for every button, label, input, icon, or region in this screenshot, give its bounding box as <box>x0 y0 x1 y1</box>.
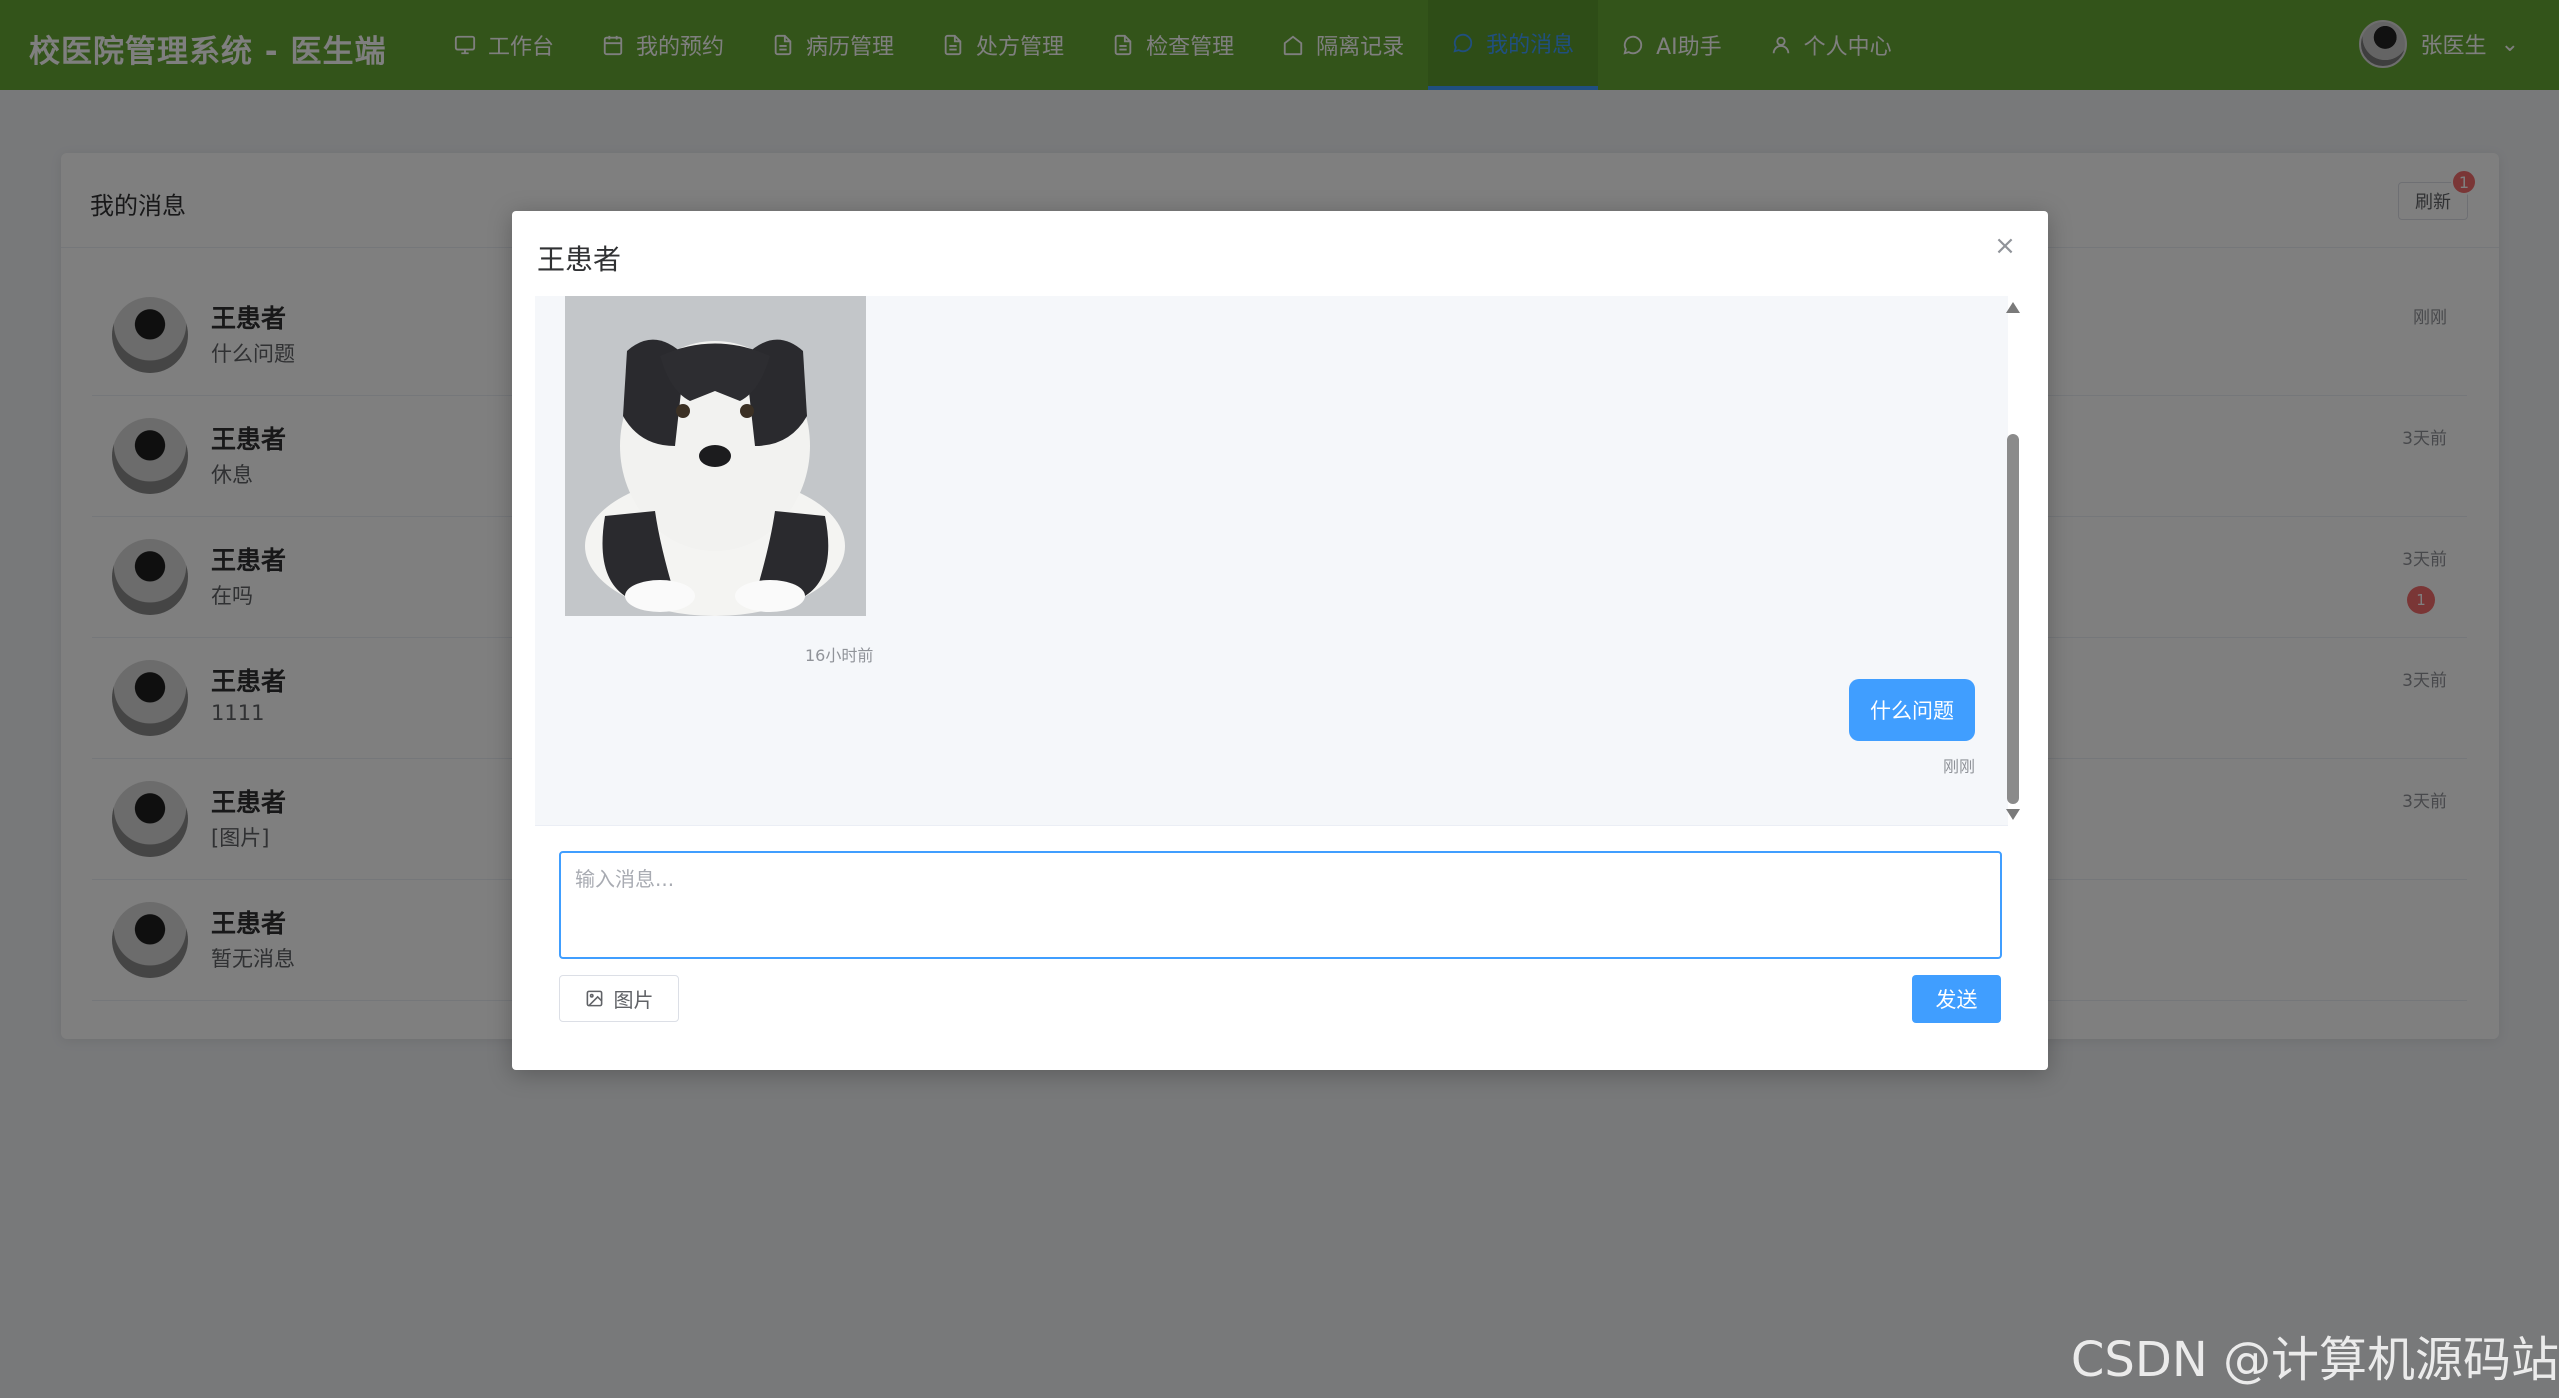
chat-dialog: 王患者 × 16小时前 什么问题 刚刚 输入消息... 图片 发送 <box>512 211 2048 1070</box>
message-bubble-sent: 什么问题 <box>1849 679 1975 741</box>
watermark: CSDN @计算机源码站 <box>2070 1332 2559 1388</box>
chat-scrollbar[interactable] <box>2002 296 2024 826</box>
scroll-up-arrow-icon[interactable] <box>2006 302 2020 313</box>
send-image-label: 图片 <box>613 990 654 1012</box>
dog-photo <box>565 296 866 616</box>
image-icon <box>586 990 602 1007</box>
scrollbar-thumb[interactable] <box>2007 434 2019 804</box>
send-image-button[interactable]: 图片 <box>559 975 679 1022</box>
message-time: 16小时前 <box>805 646 874 665</box>
message-time: 刚刚 <box>1942 757 1975 776</box>
message-input[interactable] <box>559 851 2002 959</box>
dialog-title: 王患者 <box>537 243 622 276</box>
message-image[interactable] <box>565 296 866 616</box>
scroll-down-arrow-icon[interactable] <box>2006 809 2020 820</box>
chat-history[interactable]: 16小时前 什么问题 刚刚 <box>535 296 2008 826</box>
close-icon[interactable]: × <box>1992 233 2018 259</box>
send-button[interactable]: 发送 <box>1912 975 2001 1023</box>
